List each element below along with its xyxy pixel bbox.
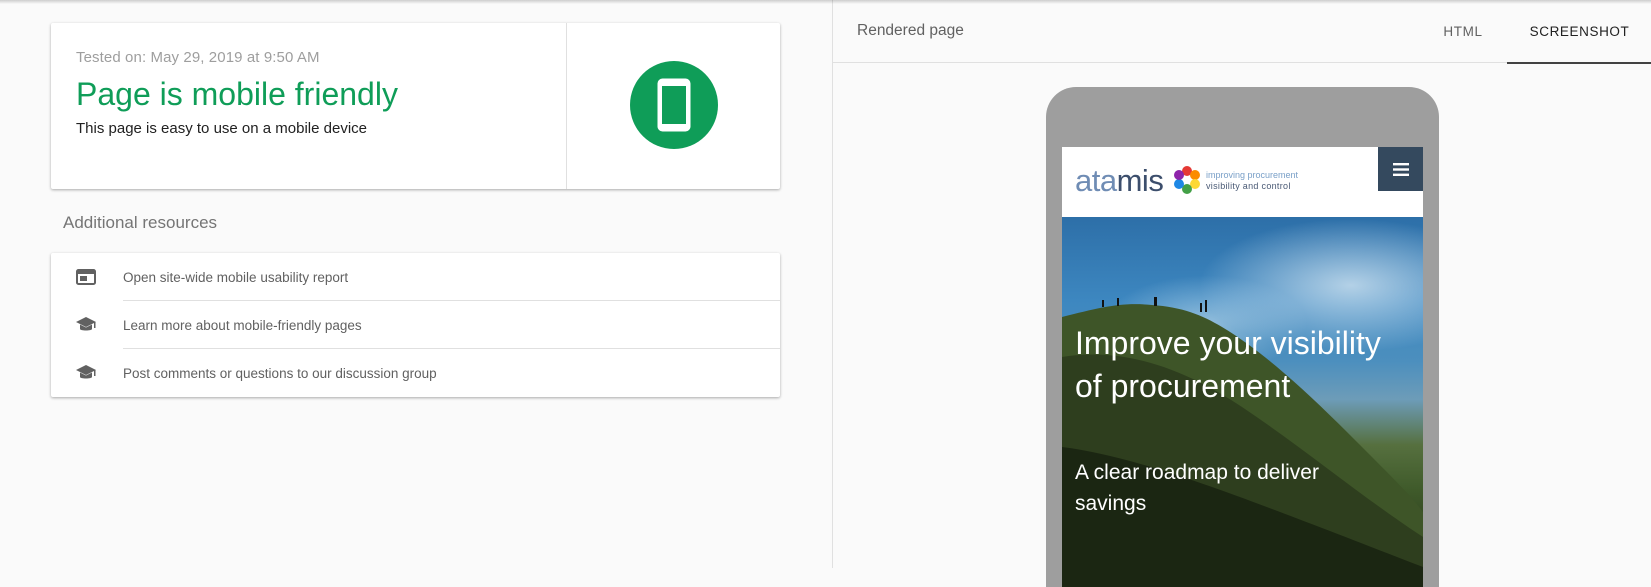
site-logo: atamis [1075,163,1164,198]
rendered-page-header: Rendered page HTML SCREENSHOT [833,0,1651,64]
mobile-friendly-badge [629,61,718,149]
site-header: atamis improving procurement visibility … [1062,147,1423,217]
smartphone-icon [657,78,690,132]
additional-resources-heading: Additional resources [63,213,218,232]
verdict-description: This page is easy to use on a mobile dev… [76,120,367,137]
result-icon-area [567,23,780,189]
school-icon [75,315,97,335]
result-card: Tested on: May 29, 2019 at 9:50 AM Page … [51,23,780,189]
result-summary: Tested on: May 29, 2019 at 9:50 AM Page … [51,23,567,189]
hero-title: Improve your visibility of procurement [1075,325,1381,404]
web-report-icon [75,267,97,287]
results-panel: Tested on: May 29, 2019 at 9:50 AM Page … [0,0,832,568]
hamburger-icon [1392,162,1409,176]
resource-item-usability-report[interactable]: Open site-wide mobile usability report [51,253,780,301]
phone-screenshot: atamis improving procurement visibility … [1062,147,1423,587]
rendered-page-panel: Rendered page HTML SCREENSHOT atamis imp… [832,0,1651,587]
tab-html[interactable]: HTML [1419,0,1507,63]
resource-item-label: Post comments or questions to our discus… [123,365,437,381]
phone-frame: atamis improving procurement visibility … [1046,87,1439,587]
school-icon [75,363,97,383]
site-tagline: improving procurement visibility and con… [1206,170,1299,191]
resource-item-label: Open site-wide mobile usability report [123,269,349,285]
tested-on-timestamp: Tested on: May 29, 2019 at 9:50 AM [76,49,320,66]
hero-banner: Improve your visibility of procurement A… [1062,217,1423,587]
tab-screenshot[interactable]: SCREENSHOT [1507,0,1651,64]
hero-subtitle: A clear roadmap to deliver savings [1075,461,1319,515]
app-top-shadow [0,0,1651,4]
resource-item-discussion-group[interactable]: Post comments or questions to our discus… [51,349,780,397]
verdict-title: Page is mobile friendly [76,76,398,112]
resource-item-label: Learn more about mobile-friendly pages [123,317,362,333]
hamburger-menu-button[interactable] [1378,147,1423,191]
logo-flower-icon [1174,166,1200,194]
rendered-page-label: Rendered page [857,22,964,39]
resource-item-learn-more[interactable]: Learn more about mobile-friendly pages [51,301,780,349]
resources-list: Open site-wide mobile usability report L… [51,253,780,397]
